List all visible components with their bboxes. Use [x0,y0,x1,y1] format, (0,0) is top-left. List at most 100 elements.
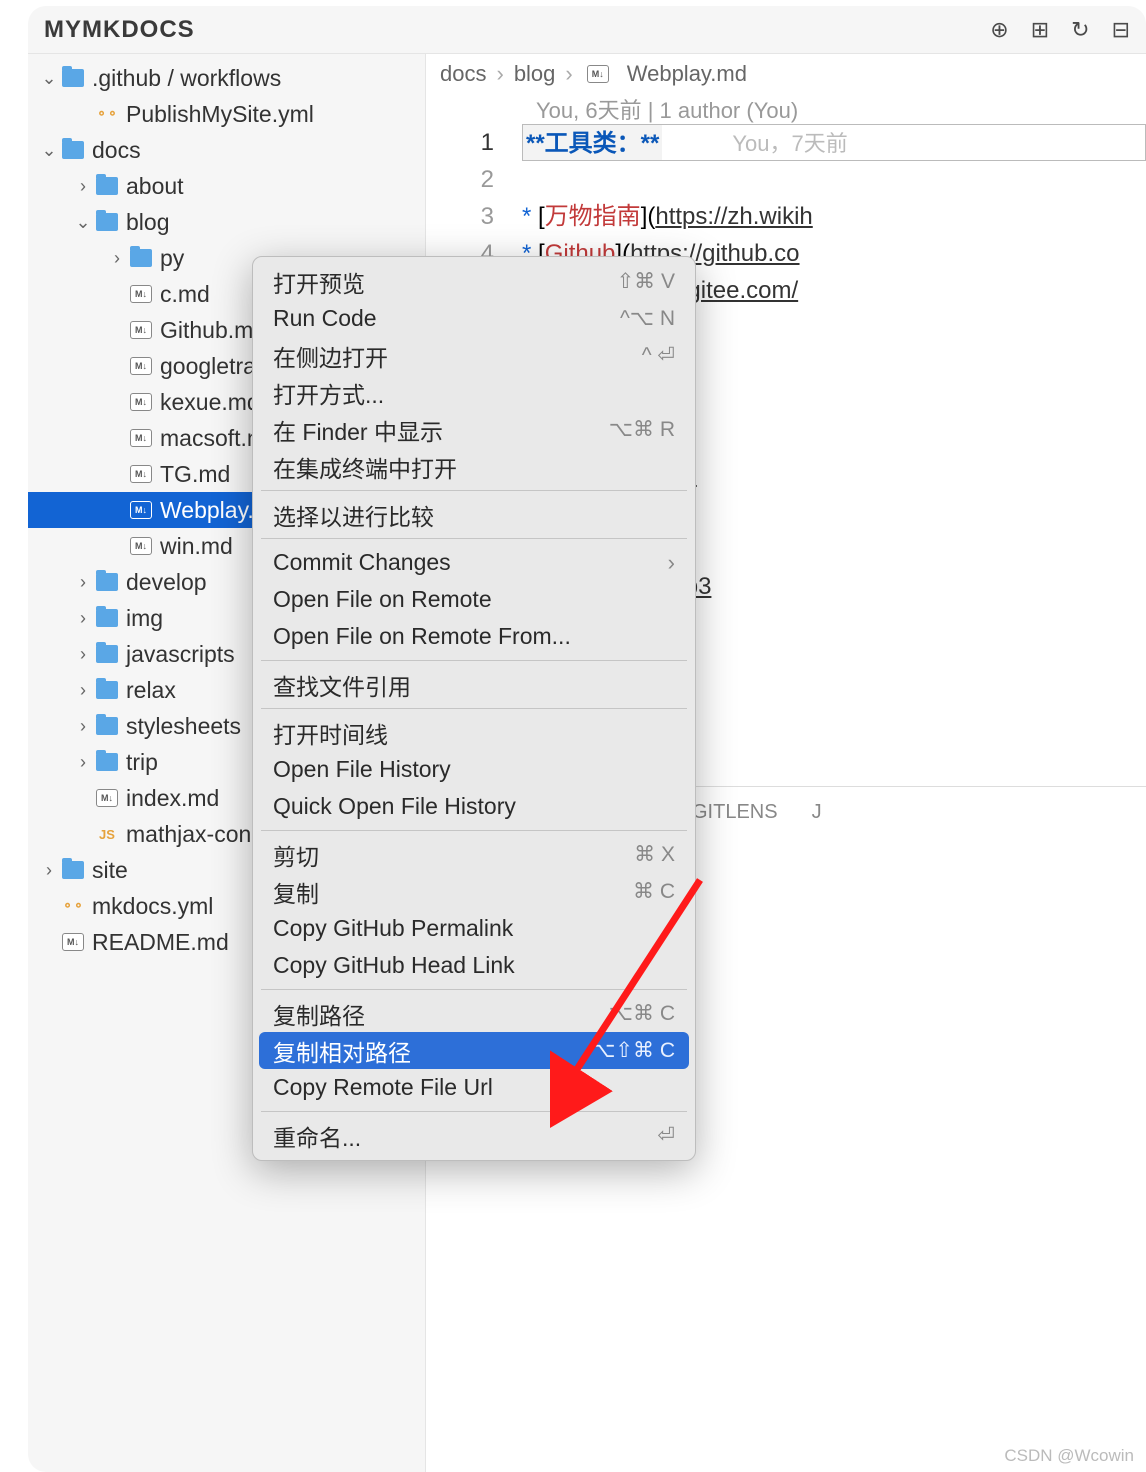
markdown-icon: M↓ [62,933,84,951]
menu-label: 在侧边打开 [273,339,388,373]
menu-item--[interactable]: 查找文件引用 [259,666,689,703]
chevron-icon[interactable]: ⌄ [40,68,58,89]
markdown-icon: M↓ [587,65,609,83]
menu-shortcut: ⌥⌘ C [609,1001,675,1026]
chevron-icon[interactable]: › [74,176,92,197]
tree-label: .github / workflows [92,65,281,92]
top-bar: MYMKDOCS ⊕ ⊞ ↻ ⊟ [28,6,1146,54]
crumb-docs[interactable]: docs [440,61,486,87]
chevron-icon[interactable]: › [108,248,126,269]
new-folder-icon[interactable]: ⊞ [1031,17,1049,43]
new-file-icon[interactable]: ⊕ [990,17,1008,43]
menu-item-Open-File-on-Remote[interactable]: Open File on Remote [259,581,689,618]
markdown-icon: M↓ [130,501,152,519]
menu-label: Open File on Remote [273,586,492,613]
chevron-icon[interactable]: ⌄ [74,212,92,233]
tree-label: mathjax-con [126,821,251,848]
folder-icon [96,753,118,771]
crumb-blog[interactable]: blog [514,61,556,87]
folder-icon [96,213,118,231]
tree-label: relax [126,677,176,704]
tree-label: trip [126,749,158,776]
menu-item--Finder-[interactable]: 在 Finder 中显示⌥⌘ R [259,411,689,448]
menu-label: 打开预览 [273,265,365,299]
menu-item-Run-Code[interactable]: Run Code^⌥ N [259,300,689,337]
menu-label: Copy GitHub Head Link [273,952,515,979]
tree-label: site [92,857,128,884]
menu-item--[interactable]: 打开时间线 [259,714,689,751]
markdown-icon: M↓ [130,357,152,375]
markdown-icon: M↓ [130,321,152,339]
chevron-icon[interactable]: › [74,572,92,593]
menu-label: 剪切 [273,838,319,872]
chevron-icon[interactable]: › [74,644,92,665]
crumb-file[interactable]: Webplay.md [627,61,747,87]
tree-item--github-workflows[interactable]: ⌄ .github / workflows [28,60,425,96]
tree-label: win.md [160,533,233,560]
menu-item--[interactable]: 在集成终端中打开 [259,448,689,485]
menu-item--[interactable]: 剪切⌘ X [259,836,689,873]
menu-item--[interactable]: 在侧边打开 ^ ⏎ [259,337,689,374]
menu-item--[interactable]: 复制路径 ⌥⌘ C [259,995,689,1032]
folder-icon [96,573,118,591]
menu-label: 复制路径 [273,997,365,1031]
yaml-icon: ⚬⚬ [96,105,118,123]
menu-label: 打开方式... [273,376,384,410]
menu-label: 查找文件引用 [273,668,411,702]
tree-label: py [160,245,184,272]
menu-label: 复制 [273,875,319,909]
code-line[interactable]: * [万物指南](https://zh.wikih [522,198,1146,235]
tree-item-blog[interactable]: ⌄blog [28,204,425,240]
menu-shortcut: ⇧⌘ V [617,269,675,294]
chevron-icon[interactable]: › [74,608,92,629]
chevron-icon[interactable]: › [74,716,92,737]
folder-icon [62,141,84,159]
menu-item-Commit-Changes[interactable]: Commit Changes› [259,544,689,581]
tree-label: TG.md [160,461,230,488]
tree-label: c.md [160,281,210,308]
tree-item-PublishMySite-yml[interactable]: ⚬⚬ PublishMySite.yml [28,96,425,132]
tree-item-about[interactable]: ›about [28,168,425,204]
menu-item-Open-File-History[interactable]: Open File History [259,751,689,788]
context-menu[interactable]: 打开预览 ⇧⌘ V Run Code^⌥ N在侧边打开 ^ ⏎ 打开方式...在 Fin… [252,256,696,1161]
folder-icon [96,681,118,699]
menu-item-Copy-GitHub-Head-Link[interactable]: Copy GitHub Head Link [259,947,689,984]
menu-item-Quick-Open-File-History[interactable]: Quick Open File History [259,788,689,825]
tab-gitlens[interactable]: GITLENS [692,801,778,830]
menu-item--[interactable]: 复制⌘ C [259,873,689,910]
tree-item-docs[interactable]: ⌄ docs [28,132,425,168]
menu-label: 在集成终端中打开 [273,450,457,484]
tree-label: index.md [126,785,219,812]
chevron-icon[interactable]: › [40,860,58,881]
tree-label: README.md [92,929,229,956]
menu-label: 复制相对路径 [273,1034,411,1068]
tab-j[interactable]: J [812,801,822,830]
folder-icon [130,249,152,267]
tree-label: docs [92,137,141,164]
tree-label: stylesheets [126,713,241,740]
markdown-icon: M↓ [130,285,152,303]
refresh-icon[interactable]: ↻ [1071,17,1089,43]
project-title: MYMKDOCS [44,16,195,44]
tree-label: mkdocs.yml [92,893,213,920]
chevron-icon[interactable]: › [74,680,92,701]
menu-item--[interactable]: 选择以进行比较 [259,496,689,533]
menu-item-Copy-GitHub-Permalink[interactable]: Copy GitHub Permalink [259,910,689,947]
tree-label: Github.md [160,317,266,344]
menu-item-Copy-Remote-File-Url[interactable]: Copy Remote File Url [259,1069,689,1106]
menu-item--[interactable]: 复制相对路径 ⌥⇧⌘ C [259,1032,689,1069]
breadcrumb[interactable]: docs› blog› M↓ Webplay.md [426,54,1146,94]
menu-shortcut: ⌥⇧⌘ C [591,1038,675,1063]
menu-item--[interactable]: 打开方式... [259,374,689,411]
folder-icon [62,861,84,879]
menu-item--[interactable]: 打开预览 ⇧⌘ V [259,263,689,300]
menu-label: 打开时间线 [273,716,388,750]
markdown-icon: M↓ [130,465,152,483]
menu-item-Open-File-on-Remote-From-[interactable]: Open File on Remote From... [259,618,689,655]
chevron-icon[interactable]: ⌄ [40,140,58,161]
menu-item--[interactable]: 重命名...⏎ [259,1117,689,1154]
collapse-icon[interactable]: ⊟ [1112,17,1130,43]
chevron-icon[interactable]: › [74,752,92,773]
menu-shortcut: ^ ⏎ [642,343,675,368]
tree-label: PublishMySite.yml [126,101,314,128]
